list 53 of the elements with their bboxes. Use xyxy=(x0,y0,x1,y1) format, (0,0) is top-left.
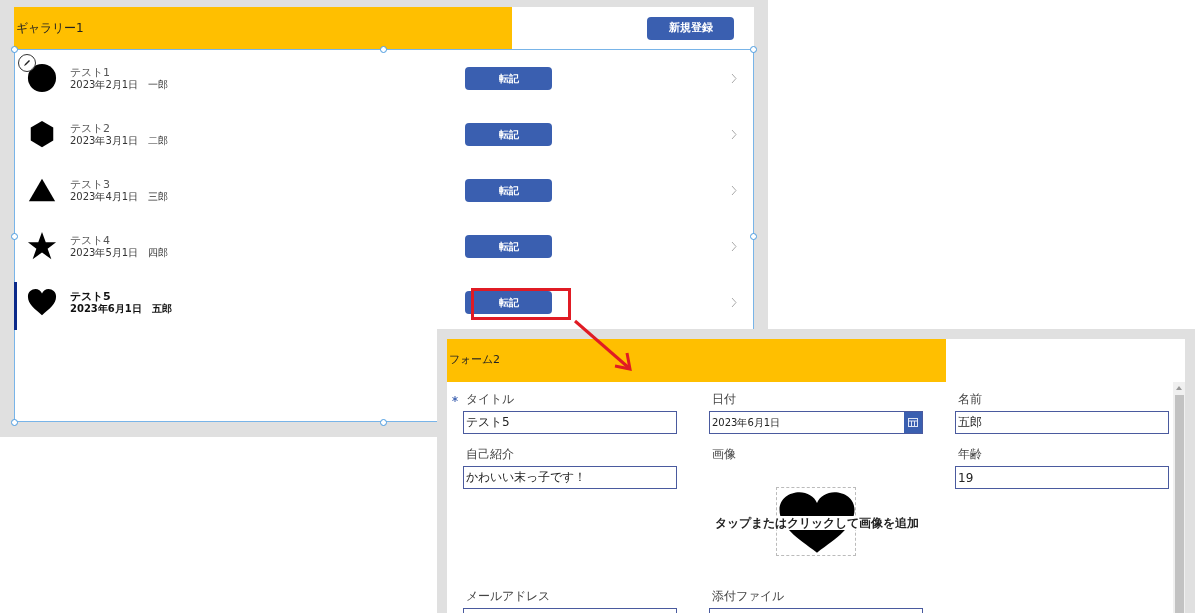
scrollbar-thumb[interactable] xyxy=(1174,395,1184,613)
text-field[interactable]: 五郎 xyxy=(955,411,1169,434)
transcribe-button[interactable]: 転記 xyxy=(465,122,552,146)
new-registration-button[interactable]: 新規登録 xyxy=(647,16,734,40)
calendar-button[interactable] xyxy=(904,412,922,433)
field-label: 年齢 xyxy=(957,446,982,463)
item-date-and-name: 2023年2月1日 一郎 xyxy=(70,78,169,91)
field-label: タイトル xyxy=(465,391,514,408)
gallery-title: ギャラリー1 xyxy=(16,20,84,37)
chevron-right-icon[interactable] xyxy=(731,240,737,252)
resize-handle[interactable] xyxy=(750,46,757,53)
date-picker[interactable]: 2023年6月1日 xyxy=(709,411,923,434)
edit-pencil-icon[interactable] xyxy=(18,54,36,72)
item-date-and-name: 2023年6月1日 五郎 xyxy=(70,302,174,315)
resize-handle[interactable] xyxy=(11,233,18,240)
scrollbar[interactable] xyxy=(1173,382,1185,613)
field-label: メールアドレス xyxy=(465,588,550,605)
text-field[interactable]: かわいい末っ子です！ xyxy=(463,466,677,489)
item-date-and-name: 2023年5月1日 四郎 xyxy=(70,246,169,259)
resize-handle[interactable] xyxy=(380,419,387,426)
item-title: テスト5 xyxy=(70,289,112,303)
resize-handle[interactable] xyxy=(380,46,387,53)
form-title: フォーム2 xyxy=(449,352,500,369)
resize-handle[interactable] xyxy=(11,46,18,53)
field-label: 自己紹介 xyxy=(465,446,514,463)
circle-image xyxy=(26,62,58,94)
date-value: 2023年6月1日 xyxy=(711,416,782,430)
resize-handle[interactable] xyxy=(11,419,18,426)
transcribe-button[interactable]: 転記 xyxy=(465,66,552,90)
chevron-right-icon[interactable] xyxy=(731,296,737,308)
resize-handle[interactable] xyxy=(750,233,757,240)
item-title: テスト2 xyxy=(70,121,111,135)
item-date-and-name: 2023年4月1日 三郎 xyxy=(70,190,169,203)
text-field[interactable]: 19 xyxy=(955,466,1169,489)
field-label: 日付 xyxy=(711,391,736,408)
calendar-icon xyxy=(908,418,918,427)
chevron-right-icon[interactable] xyxy=(731,72,737,84)
item-title: テスト1 xyxy=(70,65,111,79)
scroll-up-icon[interactable] xyxy=(1176,386,1182,390)
annotation-arrow xyxy=(572,318,634,374)
transcribe-button[interactable]: 転記 xyxy=(465,234,552,258)
item-date-and-name: 2023年3月1日 二郎 xyxy=(70,134,169,147)
transcribe-button[interactable]: 転記 xyxy=(465,178,552,202)
field-label: 添付ファイル xyxy=(711,588,784,605)
item-title: テスト3 xyxy=(70,177,111,191)
heart-image xyxy=(26,286,58,318)
field-label: 名前 xyxy=(957,391,982,408)
text-field[interactable]: テスト5 xyxy=(463,411,677,434)
star-image xyxy=(26,230,58,262)
field-label: 画像 xyxy=(711,446,736,463)
chevron-right-icon[interactable] xyxy=(731,184,737,196)
item-title: テスト4 xyxy=(70,233,111,247)
chevron-right-icon[interactable] xyxy=(731,128,737,140)
